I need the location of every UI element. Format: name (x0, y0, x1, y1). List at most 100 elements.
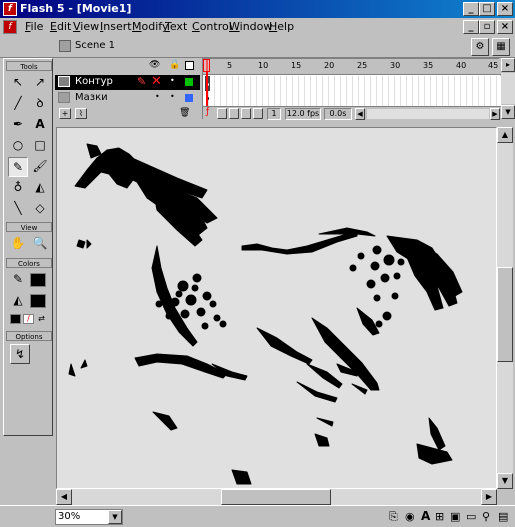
lock-layers-icon[interactable]: 🔒 (169, 60, 180, 70)
timeline-scroll-down-button[interactable]: ▼ (501, 105, 515, 119)
instance-panel-icon[interactable]: ⊞ (435, 510, 444, 523)
fill-color-swatch[interactable] (30, 294, 46, 308)
rectangle-tool-icon[interactable]: □ (30, 136, 50, 156)
library-icon[interactable]: ▤ (498, 510, 508, 523)
onion-outlines-icon[interactable] (229, 108, 239, 119)
info-panel-icon[interactable]: ⎘ (389, 510, 398, 524)
menu-edit[interactable]: Edit (50, 20, 71, 33)
frames-area[interactable]: 5 10 15 20 25 30 35 40 45 ƒ 1 12.0 fps 0… (202, 58, 501, 121)
menu-file[interactable]: File (25, 20, 43, 33)
character-panel-icon[interactable]: A (421, 509, 430, 523)
vscroll-thumb[interactable] (497, 267, 513, 362)
menu-window[interactable]: Window (229, 20, 272, 33)
visibility-dot-icon[interactable]: • (155, 92, 160, 101)
menu-help[interactable]: Help (269, 20, 294, 33)
stroke-color-swatch[interactable] (30, 273, 46, 287)
text-tool-icon[interactable]: A (30, 115, 50, 135)
scroll-up-button[interactable]: ▲ (497, 127, 513, 143)
layer-name: Контур (75, 76, 113, 87)
scroll-left-button[interactable]: ◀ (355, 108, 365, 120)
pencil-mode-icon[interactable]: ↯ (10, 344, 30, 364)
chevron-down-icon[interactable]: ▼ (108, 510, 122, 524)
pencil-tool-icon[interactable]: ✎ (8, 157, 28, 177)
edit-symbols-button[interactable]: ⚙ (471, 38, 489, 56)
stage-canvas[interactable] (56, 127, 497, 489)
scroll-down-button[interactable]: ▼ (497, 473, 513, 489)
outline-color-swatch[interactable] (185, 78, 193, 86)
doc-minimize-button[interactable]: _ (463, 20, 479, 34)
maximize-button[interactable]: □ (479, 2, 495, 16)
hand-tool-icon[interactable]: ✋ (8, 234, 28, 254)
timeline-panel: 👁 🔒 Контур ✎ ✕ • Мазки • • + ⌇ 🗑 5 10 15… (55, 58, 515, 121)
hscroll-thumb[interactable] (221, 489, 331, 505)
scroll-left-button[interactable]: ◀ (56, 489, 72, 505)
timeline-vscroll-track[interactable] (501, 73, 515, 104)
edit-multiple-frames-icon[interactable] (241, 108, 251, 119)
onion-skin-icon[interactable] (217, 108, 227, 119)
minimize-button[interactable]: _ (463, 2, 479, 16)
document-icon[interactable]: f (3, 20, 17, 34)
add-guide-layer-icon[interactable]: ⌇ (75, 108, 87, 119)
menu-modify[interactable]: Modify (132, 20, 168, 33)
x-mark-icon[interactable]: ✕ (151, 74, 162, 89)
lock-dot-icon[interactable]: • (170, 92, 175, 101)
no-color-icon[interactable]: / (23, 314, 34, 324)
lock-dot-icon[interactable]: • (170, 76, 175, 85)
eraser-tool-icon[interactable]: ◇ (30, 199, 50, 219)
delete-layer-icon[interactable]: 🗑 (179, 108, 190, 118)
doc-restore-button[interactable]: ▫ (479, 20, 495, 34)
stage-hscrollbar[interactable]: ◀ ▶ (56, 489, 497, 505)
timeline-scroll-track[interactable] (367, 109, 489, 119)
frame-number: 5 (227, 61, 233, 70)
oval-tool-icon[interactable]: ○ (8, 136, 28, 156)
frame-cells[interactable] (203, 76, 501, 106)
swap-colors-icon[interactable]: ⇄ (36, 314, 47, 324)
timeline-menu-button[interactable]: ▸ (501, 58, 515, 72)
frame-number: 10 (258, 61, 269, 70)
dropper-tool-icon[interactable]: ╲ (8, 199, 28, 219)
menu-view[interactable]: View (73, 20, 99, 33)
ink-bottle-tool-icon[interactable]: ♁ (8, 178, 28, 198)
layer-icon (58, 92, 70, 103)
default-colors-icon[interactable] (10, 314, 21, 324)
zoom-value: 30% (58, 511, 81, 522)
close-button[interactable]: × (497, 2, 513, 16)
menu-text[interactable]: Text (165, 20, 187, 33)
mixer-panel-icon[interactable]: ◉ (405, 510, 415, 523)
zoom-tool-icon[interactable]: 🔍 (30, 234, 50, 254)
fill-color-icon[interactable]: ◭ (8, 291, 28, 311)
menu-bar: f File Edit View Insert Modify Text Cont… (0, 18, 515, 36)
center-frame-icon[interactable]: ƒ (206, 107, 209, 117)
brush-tool-icon[interactable]: 🖌 (30, 157, 50, 177)
arrow-tool-icon[interactable]: ↖ (8, 73, 28, 93)
outline-color-swatch[interactable] (185, 94, 193, 102)
scroll-right-button[interactable]: ▶ (490, 108, 500, 120)
menu-control[interactable]: Control (192, 20, 232, 33)
layer-row[interactable]: Мазки • • (55, 91, 200, 106)
flash-app-icon[interactable]: f (3, 2, 17, 16)
frame-number: 25 (357, 61, 368, 70)
zoom-select[interactable]: 30% ▼ (55, 509, 123, 525)
doc-close-button[interactable]: × (497, 20, 513, 34)
show-hide-layers-icon[interactable]: 👁 (149, 60, 160, 70)
options-header: Options (6, 331, 52, 341)
stroke-color-icon[interactable]: ✎ (8, 270, 28, 290)
frame-panel-icon[interactable]: ▣ (450, 510, 460, 523)
playhead-handle[interactable] (203, 59, 210, 72)
add-layer-icon[interactable]: + (59, 108, 71, 119)
scene-icon (59, 40, 71, 52)
movie-explorer-icon[interactable]: ⚲ (482, 510, 490, 523)
layer-row[interactable]: Контур ✎ ✕ • (55, 74, 200, 90)
outline-layers-icon[interactable] (185, 61, 194, 70)
subselect-tool-icon[interactable]: ↗ (30, 73, 50, 93)
menu-insert[interactable]: Insert (100, 20, 132, 33)
edit-scene-button[interactable]: ▦ (492, 38, 510, 56)
scroll-right-button[interactable]: ▶ (481, 489, 497, 505)
actions-panel-icon[interactable]: ▭ (466, 510, 476, 523)
stage-vscrollbar[interactable]: ▲ ▼ (497, 127, 513, 489)
onion-markers-icon[interactable] (253, 108, 263, 119)
paint-bucket-tool-icon[interactable]: ◭ (30, 178, 50, 198)
pen-tool-icon[interactable]: ✒ (8, 115, 28, 135)
lasso-tool-icon[interactable]: ꝺ (30, 94, 50, 114)
line-tool-icon[interactable]: ╱ (8, 94, 28, 114)
